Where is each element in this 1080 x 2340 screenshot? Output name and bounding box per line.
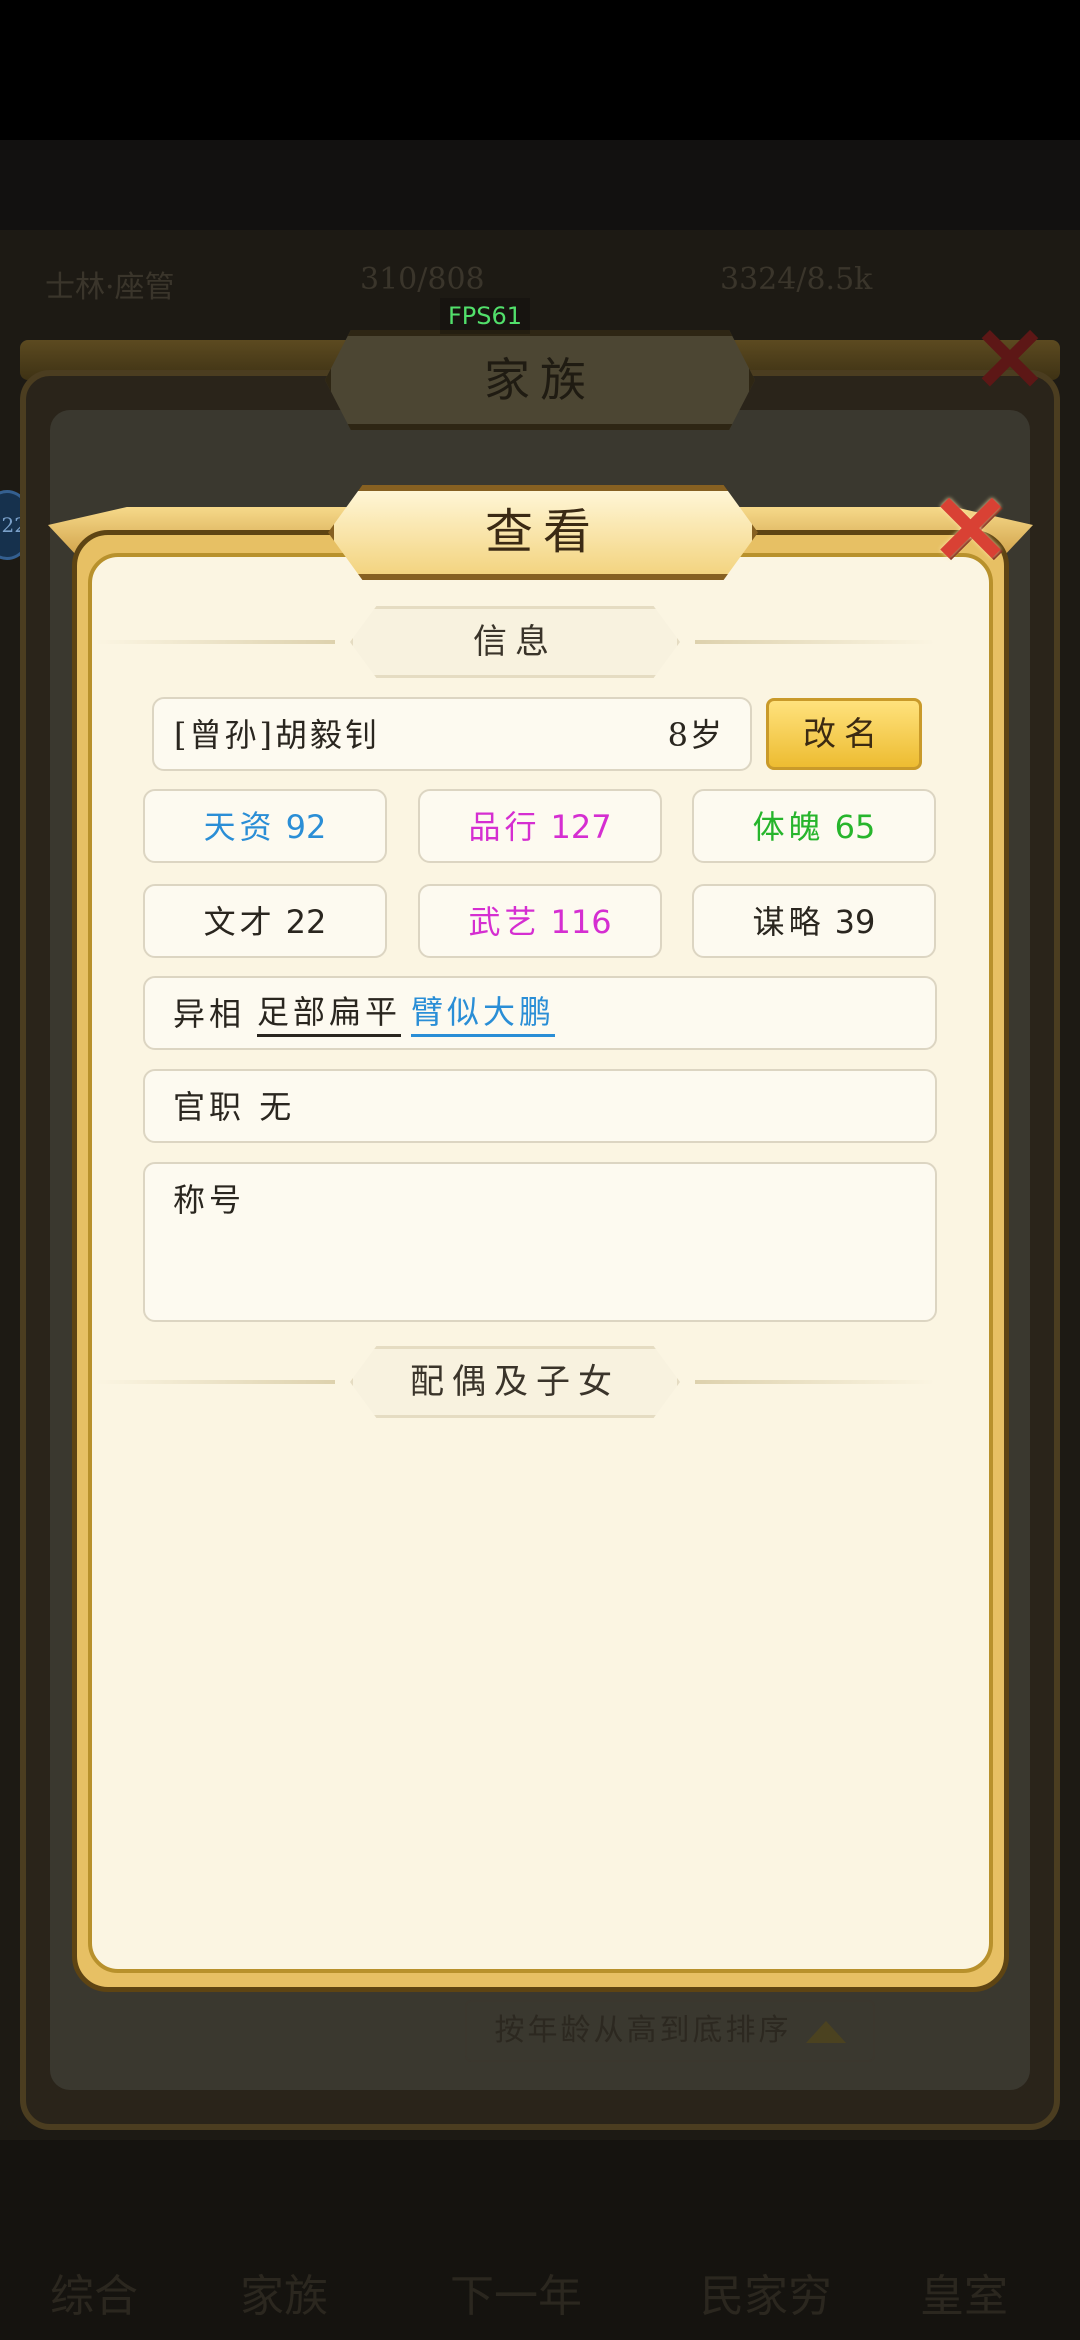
resource-left: 士林·座管	[45, 270, 175, 305]
stat-literary: 文才 22	[143, 884, 387, 958]
family-close-icon[interactable]: ✕	[960, 310, 1060, 410]
dialog-title: 查看	[484, 504, 601, 560]
stat-strategy: 谋略 39	[692, 884, 936, 958]
office-row: 官职 无	[143, 1069, 937, 1143]
office-value: 无	[259, 1088, 296, 1126]
traits-label: 异相	[173, 995, 246, 1033]
stat-talent: 天资 92	[143, 789, 387, 863]
family-section-header: 配偶及子女	[95, 1346, 935, 1418]
resource-bar: 士林·座管 310/808 3324/8.5k	[0, 240, 1080, 320]
family-title: 家族	[484, 353, 596, 407]
stat-label: 天资	[203, 808, 276, 846]
sort-by-age-button[interactable]: 按年龄从高到底排序	[465, 2000, 875, 2062]
divider-line-left	[95, 640, 335, 644]
trait-link[interactable]: 足部扁平	[257, 990, 402, 1037]
nav-item-overview[interactable]: 综合	[50, 2260, 138, 2324]
divider-line-left	[95, 1380, 335, 1384]
titles-label: 称号	[173, 1181, 246, 1219]
stat-label: 文才	[203, 903, 276, 941]
member-age: 8岁	[667, 716, 724, 754]
info-section-header: 信息	[95, 606, 935, 678]
sort-arrow-icon	[805, 2021, 846, 2043]
member-name: [曾孙]胡毅钊	[174, 716, 380, 754]
sort-label: 按年龄从高到底排序	[494, 2013, 792, 2048]
stat-conduct: 品行 127	[418, 789, 662, 863]
rename-button[interactable]: 改名	[766, 698, 922, 770]
bottom-nav: 综合 家族 下一年 民家穷 皇室	[0, 2140, 1080, 2340]
top-strip	[0, 140, 1080, 230]
nav-item-family[interactable]: 家族	[240, 2260, 328, 2324]
dialog-close-icon[interactable]: ✕	[918, 480, 1023, 580]
trait-link[interactable]: 臂似大鹏	[411, 990, 556, 1037]
stat-martial: 武艺 116	[418, 884, 662, 958]
stat-value: 92	[285, 808, 327, 846]
stat-label: 品行	[468, 808, 541, 846]
stat-label: 武艺	[468, 903, 541, 941]
family-section-label: 配偶及子女	[410, 1362, 620, 1402]
stat-label: 体魄	[752, 808, 825, 846]
nav-item-next-year[interactable]: 下一年	[450, 2260, 582, 2324]
stat-value: 127	[550, 808, 612, 846]
stat-value: 116	[550, 903, 612, 941]
divider-line-right	[695, 1380, 935, 1384]
member-name-box: [曾孙]胡毅钊 8岁	[152, 697, 752, 771]
stat-value: 22	[285, 903, 327, 941]
office-label: 官职 无	[173, 1071, 295, 1143]
nav-item-royal[interactable]: 皇室	[920, 2260, 1008, 2324]
nav-item-commoners[interactable]: 民家穷	[700, 2260, 832, 2324]
stat-label: 谋略	[752, 903, 825, 941]
titles-row: 称号	[143, 1162, 937, 1322]
stat-physique: 体魄 65	[692, 789, 936, 863]
info-section-label: 信息	[473, 622, 557, 662]
stat-value: 39	[834, 903, 876, 941]
divider-line-right	[695, 640, 935, 644]
fps-counter: FPS61	[440, 298, 530, 334]
traits-row: 异相 足部扁平 臂似大鹏	[143, 976, 937, 1050]
resource-right: 3324/8.5k	[720, 262, 873, 297]
stat-value: 65	[834, 808, 876, 846]
office-label-text: 官职	[173, 1088, 246, 1126]
resource-middle: 310/808	[360, 262, 485, 297]
